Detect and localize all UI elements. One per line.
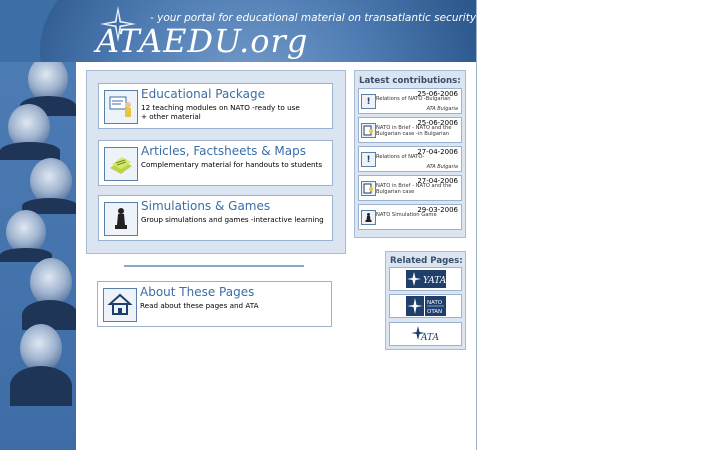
chess-piece-icon: [361, 210, 376, 225]
contribution-title: Relations of NATO-: [376, 154, 425, 160]
documents-icon: [104, 147, 138, 181]
module-articles-factsheets-maps[interactable]: Articles, Factsheets & Maps Complementar…: [98, 140, 333, 186]
module-description: 12 teaching modules on NATO -ready to us…: [141, 103, 331, 121]
ata-logo-text: ATA: [420, 333, 440, 343]
contribution-item[interactable]: 25-06-2006 NATO in Brief - NATO and the …: [358, 117, 462, 143]
related-link-yata[interactable]: YATA: [389, 267, 462, 291]
contribution-title: NATO Simulation Game: [376, 212, 437, 218]
contribution-item[interactable]: ! 27-04-2006 Relations of NATO- ATA Bulg…: [358, 146, 462, 172]
document-person-icon: [361, 123, 376, 138]
contribution-title: Relations of NATO -Bulgarian: [376, 96, 451, 102]
about-description: Read about these pages and ATA: [140, 301, 259, 310]
contribution-item[interactable]: 29-03-2006 NATO Simulation Game: [358, 204, 462, 230]
related-pages-panel: Related Pages: YATA NATO OTAN ATA: [385, 251, 466, 350]
latest-contributions-panel: Latest contributions: ! 25-06-2006 Relat…: [354, 70, 466, 238]
ata-logo: ATA: [410, 326, 440, 343]
module-description-line: Group simulations and games -interactive…: [141, 215, 324, 224]
module-title: Simulations & Games: [141, 199, 271, 213]
exclamation-icon: !: [361, 152, 376, 167]
chess-piece-icon: [104, 202, 138, 236]
site-logo[interactable]: ATAEDU.org: [96, 22, 308, 60]
related-link-ata[interactable]: ATA: [389, 322, 462, 346]
about-these-pages-link[interactable]: About These Pages Read about these pages…: [97, 281, 332, 327]
exclamation-icon: !: [361, 94, 376, 109]
module-title: Educational Package: [141, 87, 265, 101]
yata-logo: YATA: [405, 270, 446, 288]
otan-logo-text: OTAN: [427, 309, 442, 315]
header-banner: ATAEDU.org - your portal for educational…: [0, 0, 476, 62]
related-pages-title: Related Pages:: [390, 256, 463, 266]
module-description-line: + other material: [141, 112, 201, 121]
about-title: About These Pages: [140, 285, 255, 299]
leaders-photo-collage: [0, 62, 76, 450]
contribution-source: ATA Bulgaria: [426, 106, 458, 112]
nato-logo-text: NATO: [427, 300, 443, 306]
module-title: Articles, Factsheets & Maps: [141, 144, 306, 158]
contribution-title: NATO in Brief - NATO and the Bulgarian c…: [376, 125, 452, 138]
module-simulations-games[interactable]: Simulations & Games Group simulations an…: [98, 195, 333, 241]
contribution-source: ATA Bulgaria: [426, 164, 458, 170]
related-link-nato[interactable]: NATO OTAN: [389, 294, 462, 318]
page: ATAEDU.org - your portal for educational…: [0, 0, 477, 450]
module-description: Complementary material for handouts to s…: [141, 160, 331, 169]
modules-panel: Educational Package 12 teaching modules …: [86, 70, 346, 254]
contribution-item[interactable]: ! 25-06-2006 Relations of NATO -Bulgaria…: [358, 88, 462, 114]
module-description: Group simulations and games -interactive…: [141, 215, 331, 224]
contribution-title: NATO in Brief - NATO and the Bulgarian c…: [376, 183, 452, 196]
module-description-line: Complementary material for handouts to s…: [141, 160, 323, 169]
yata-logo-text: YATA: [423, 276, 446, 286]
module-description-line: 12 teaching modules on NATO -ready to us…: [141, 103, 300, 112]
latest-contributions-title: Latest contributions:: [359, 76, 461, 86]
section-divider: [124, 265, 304, 267]
site-tagline: - your portal for educational material o…: [150, 12, 476, 24]
nato-otan-logo: NATO OTAN: [405, 296, 446, 316]
house-icon: [103, 288, 137, 322]
teacher-board-icon: [104, 90, 138, 124]
module-educational-package[interactable]: Educational Package 12 teaching modules …: [98, 83, 333, 129]
document-person-icon: [361, 181, 376, 196]
contribution-item[interactable]: 27-04-2006 NATO in Brief - NATO and the …: [358, 175, 462, 201]
